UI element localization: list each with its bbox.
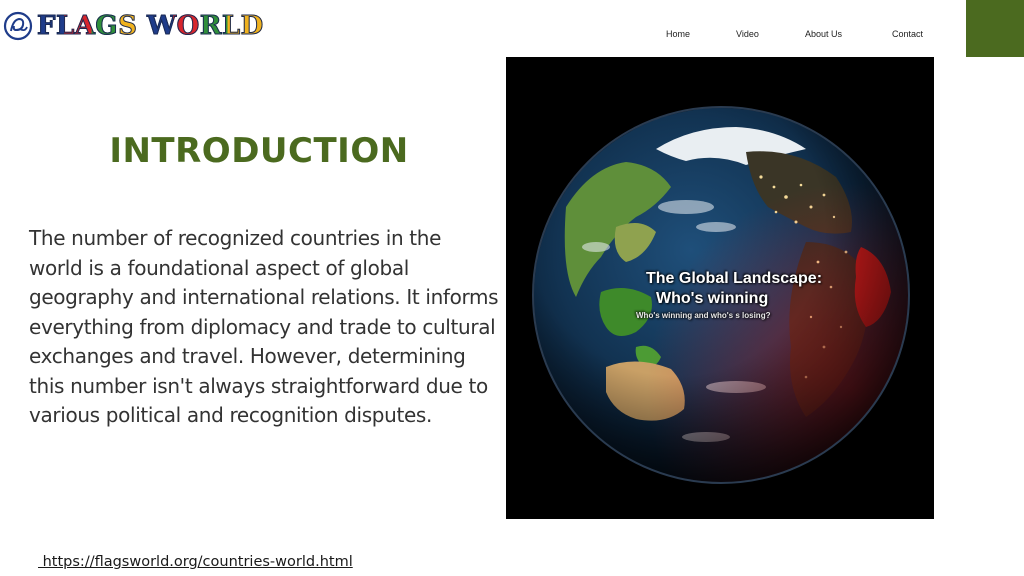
logo-wordmark: FLAGS WORLD bbox=[37, 11, 264, 42]
caption-small-text: Who's winning and who's s losing? bbox=[636, 311, 771, 320]
intro-paragraph: The number of recognized countries in th… bbox=[29, 226, 499, 427]
header-accent-block bbox=[966, 0, 1024, 57]
section-heading: INTRODUCTION bbox=[109, 131, 409, 171]
globe-emblem-icon bbox=[3, 11, 33, 41]
caption-title: The Global Landscape: bbox=[645, 270, 823, 287]
globe-image: The Global Landscape: Who's winning Who'… bbox=[506, 57, 934, 519]
nav-home-link[interactable]: Home bbox=[666, 29, 690, 39]
nav-video-link[interactable]: Video bbox=[736, 29, 759, 39]
nav-contact-link[interactable]: Contact bbox=[892, 29, 923, 39]
nav-about-link[interactable]: About Us bbox=[805, 29, 842, 39]
image-caption: The Global Landscape: Who's winning Who'… bbox=[614, 269, 854, 323]
caption-subtitle: Who's winning bbox=[656, 290, 769, 307]
source-url-link[interactable]: https://flagsworld.org/countries-world.h… bbox=[38, 554, 353, 570]
site-logo[interactable]: FLAGS WORLD bbox=[3, 10, 264, 42]
